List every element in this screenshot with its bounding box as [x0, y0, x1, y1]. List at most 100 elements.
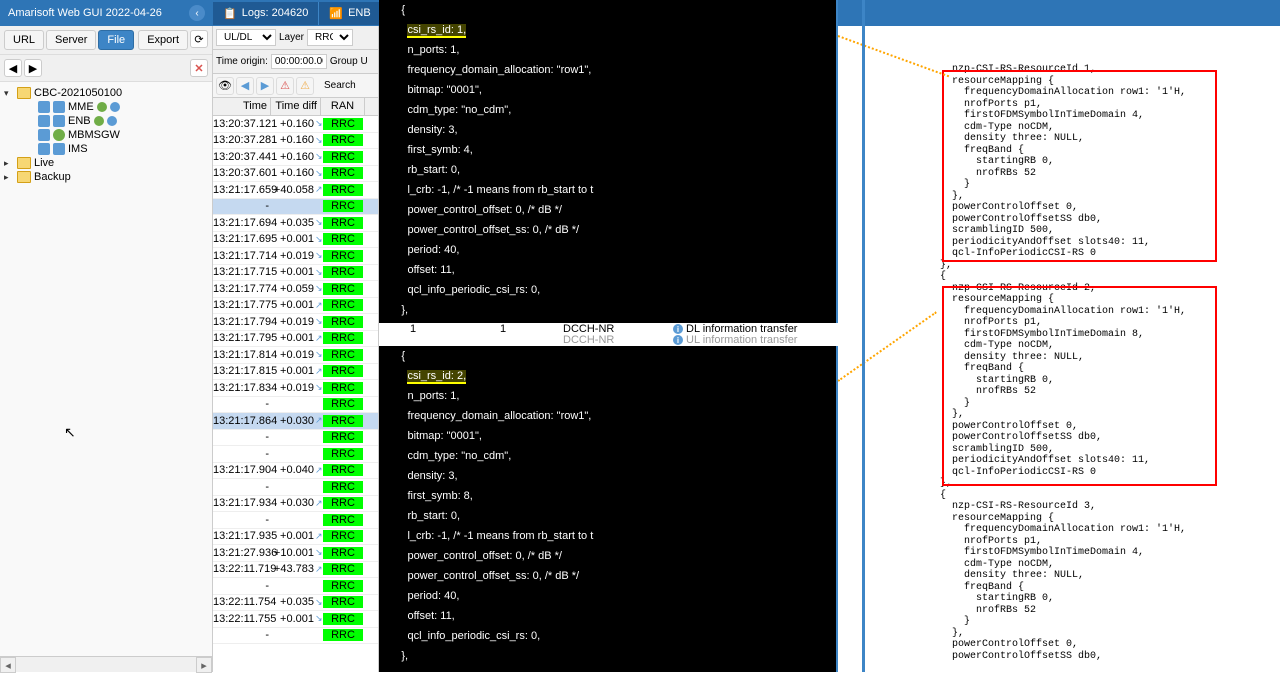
app-title: Amarisoft Web GUI 2022-04-26: [8, 7, 162, 19]
log-row[interactable]: 13:21:17.659+40.058↗RRC: [213, 182, 378, 199]
status-ok-icon: [94, 116, 104, 126]
tab-enb[interactable]: 📶 ENB: [319, 2, 381, 25]
log-row[interactable]: 13:21:17.774+0.059↘RRC: [213, 281, 378, 298]
log-row[interactable]: 13:21:17.935+0.001↗RRC: [213, 529, 378, 546]
tree-node-mbmsgw[interactable]: MBMSGW: [38, 128, 208, 142]
log-row[interactable]: 13:21:17.815+0.001↗RRC: [213, 364, 378, 381]
tree-label: Backup: [34, 171, 71, 183]
eye-icon[interactable]: 👁: [216, 77, 234, 95]
status-info-icon: [107, 116, 117, 126]
detail-panel: nzp-CSI-RS-ResourceId 1, resourceMapping…: [940, 64, 1220, 672]
file-tree: ▾ CBC-2021050100 MME ENB MBMSGW IMS: [0, 82, 212, 188]
log-row[interactable]: 13:21:17.795+0.001↗RRC: [213, 331, 378, 348]
time-origin-input[interactable]: [271, 54, 327, 69]
server-button[interactable]: Server: [46, 30, 96, 50]
node-icon: [53, 129, 65, 141]
collapse-toggle-icon[interactable]: ▾: [4, 88, 14, 99]
log-row[interactable]: -RRC: [213, 430, 378, 447]
log-row[interactable]: 13:20:37.121+0.160↘RRC: [213, 116, 378, 133]
folder-icon: [17, 157, 31, 169]
expand-toggle-icon[interactable]: ▸: [4, 158, 14, 169]
log-row[interactable]: 13:20:37.601+0.160↘RRC: [213, 166, 378, 183]
uldl-select[interactable]: UL/DL: [216, 29, 276, 46]
log-row[interactable]: 13:21:17.794+0.019↘RRC: [213, 314, 378, 331]
log-row[interactable]: -RRC: [213, 397, 378, 414]
tab-enb-label: ENB: [348, 7, 371, 19]
log-row[interactable]: 13:20:37.281+0.160↘RRC: [213, 133, 378, 150]
info-cell: DCCH-NR: [563, 334, 643, 346]
log-row[interactable]: 13:20:37.441+0.160↘RRC: [213, 149, 378, 166]
scroll-right-icon[interactable]: ▸: [196, 657, 212, 673]
node-icon: [53, 115, 65, 127]
refresh-icon[interactable]: ⟳: [190, 30, 208, 48]
log-row[interactable]: -RRC: [213, 578, 378, 595]
log-row[interactable]: 13:21:27.936+10.001↘RRC: [213, 545, 378, 562]
tree-backup[interactable]: ▸ Backup: [4, 170, 208, 184]
log-row[interactable]: 13:21:17.934+0.030↗RRC: [213, 496, 378, 513]
tree-node-ims[interactable]: IMS: [38, 142, 208, 156]
expand-toggle-icon[interactable]: ▸: [4, 172, 14, 183]
next-icon[interactable]: ▶: [24, 59, 42, 77]
log-row[interactable]: 13:21:17.715+0.001↘RRC: [213, 265, 378, 282]
layer-label: Layer: [279, 32, 304, 43]
tree-root[interactable]: ▾ CBC-2021050100: [4, 86, 208, 100]
app-header: Amarisoft Web GUI 2022-04-26 ‹: [0, 0, 213, 26]
fwd-icon[interactable]: ▶: [256, 77, 274, 95]
tree-label: IMS: [68, 143, 88, 155]
filter-row2: Time origin: Group U: [213, 50, 378, 74]
log-row[interactable]: 13:22:11.719+43.783↗RRC: [213, 562, 378, 579]
info-cell: 1: [473, 323, 533, 335]
log-row[interactable]: -RRC: [213, 446, 378, 463]
log-row[interactable]: 13:22:11.755+0.001↘RRC: [213, 611, 378, 628]
filter-row1: UL/DL Layer RRC: [213, 26, 378, 50]
log-icon: 📋: [223, 7, 237, 20]
scroll-left-icon[interactable]: ◂: [0, 657, 16, 673]
folder-icon: [17, 87, 31, 99]
warn-icon[interactable]: ⚠: [276, 77, 294, 95]
col-ran[interactable]: RAN: [321, 98, 365, 115]
col-diff[interactable]: Time diff: [271, 98, 321, 115]
tree-root-label: CBC-2021050100: [34, 87, 122, 99]
alert-icon[interactable]: ⚠: [296, 77, 314, 95]
tree-node-enb[interactable]: ENB: [38, 114, 208, 128]
divider: [862, 0, 865, 672]
back-icon[interactable]: ◀: [236, 77, 254, 95]
h-scrollbar[interactable]: ◂ ▸: [0, 656, 212, 672]
info-icon: i: [673, 335, 683, 345]
collapse-icon[interactable]: ‹: [189, 5, 205, 21]
log-row[interactable]: 13:21:17.694+0.035↘RRC: [213, 215, 378, 232]
sidebar-toolbar: URL Server File Export ⟳: [0, 26, 212, 55]
log-row[interactable]: -RRC: [213, 199, 378, 216]
close-icon[interactable]: ✕: [190, 59, 208, 77]
log-rows: 13:20:37.121+0.160↘RRC13:20:37.281+0.160…: [213, 116, 378, 644]
info-strip: 1 1 DCCH-NR iDL information transfer DCC…: [379, 323, 838, 346]
log-row[interactable]: 13:21:17.834+0.019↘RRC: [213, 380, 378, 397]
log-row[interactable]: -RRC: [213, 479, 378, 496]
info-cell: UL information transfer: [686, 334, 797, 346]
status-ok-icon: [97, 102, 107, 112]
layer-select[interactable]: RRC: [307, 29, 353, 46]
log-row[interactable]: -RRC: [213, 628, 378, 645]
url-button[interactable]: URL: [4, 30, 44, 50]
log-row[interactable]: 13:21:17.814+0.019↘RRC: [213, 347, 378, 364]
doc-icon: [38, 143, 50, 155]
log-row[interactable]: 13:21:17.714+0.019↘RRC: [213, 248, 378, 265]
file-button[interactable]: File: [98, 30, 134, 50]
log-row[interactable]: -RRC: [213, 512, 378, 529]
log-row[interactable]: 13:21:17.775+0.001↗RRC: [213, 298, 378, 315]
signal-icon: 📶: [329, 7, 343, 20]
left-sidebar: URL Server File Export ⟳ ◀ ▶ ✕ ▾ CBC-202…: [0, 26, 213, 672]
tab-logs[interactable]: 📋 Logs: 204620: [213, 2, 319, 25]
prev-icon[interactable]: ◀: [4, 59, 22, 77]
log-row[interactable]: 13:22:11.754+0.035↘RRC: [213, 595, 378, 612]
connector-line-1: [838, 35, 950, 77]
status-info-icon: [110, 102, 120, 112]
log-row[interactable]: 13:21:17.864+0.030↗RRC: [213, 413, 378, 430]
group-label: Group U: [330, 56, 368, 67]
export-button[interactable]: Export: [138, 30, 188, 50]
tree-node-mme[interactable]: MME: [38, 100, 208, 114]
log-row[interactable]: 13:21:17.695+0.001↘RRC: [213, 232, 378, 249]
log-row[interactable]: 13:21:17.904+0.040↗RRC: [213, 463, 378, 480]
col-time[interactable]: Time: [213, 98, 271, 115]
tree-live[interactable]: ▸ Live: [4, 156, 208, 170]
